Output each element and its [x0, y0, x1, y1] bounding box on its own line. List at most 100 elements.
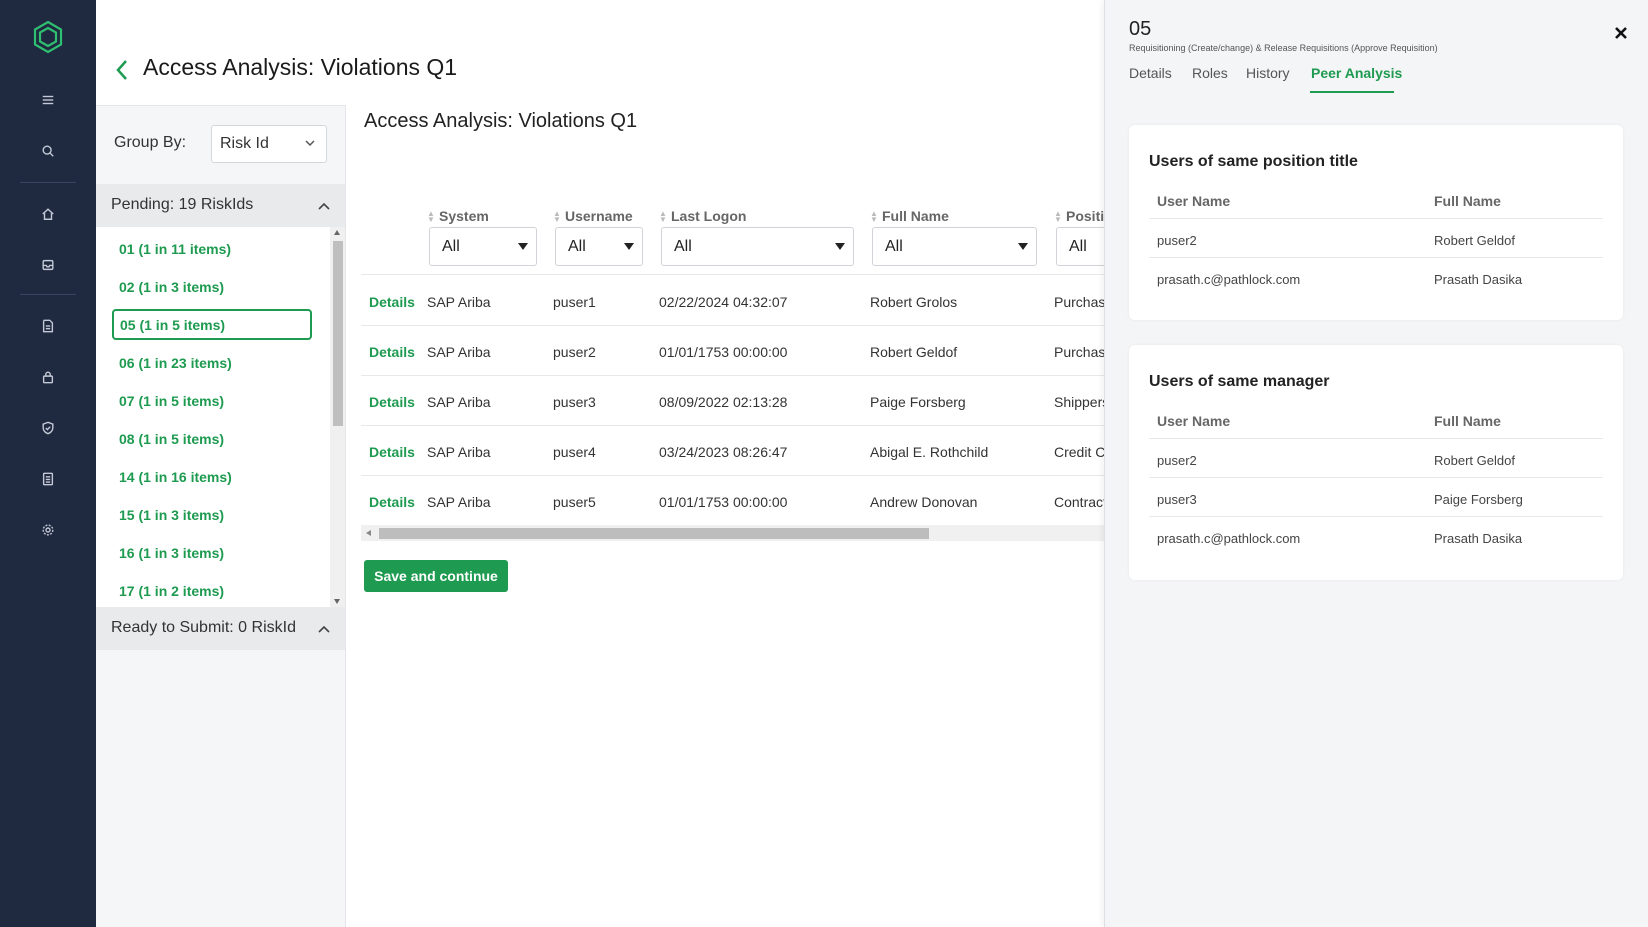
- filter-position[interactable]: All: [1056, 227, 1105, 266]
- details-link[interactable]: Details: [369, 294, 415, 310]
- risk-item-08[interactable]: 08 (1 in 5 items): [119, 431, 224, 447]
- page-title: Access Analysis: Violations Q1: [143, 54, 458, 80]
- cell-system: SAP Ariba: [427, 394, 491, 410]
- column-header-last-logon[interactable]: ▲ ▼ Last Logon: [659, 208, 746, 224]
- column-header-full-name[interactable]: ▲ ▼ Full Name: [870, 208, 949, 224]
- tab-peer-analysis[interactable]: Peer Analysis: [1311, 65, 1402, 81]
- shield-icon[interactable]: [37, 417, 59, 439]
- group-panel: Group By: Risk Id Pending: 19 RiskIds 01…: [96, 105, 346, 927]
- sort-icon: ▲ ▼: [427, 209, 435, 225]
- risk-item-15[interactable]: 15 (1 in 3 items): [119, 507, 224, 523]
- scrollbar-thumb[interactable]: [379, 528, 929, 539]
- column-header-full-name: Full Name: [1434, 193, 1501, 209]
- cell-username: puser2: [553, 344, 596, 360]
- scrollbar-thumb[interactable]: [333, 241, 343, 426]
- nav-rail: [0, 0, 96, 927]
- column-header-position[interactable]: ▲ ▼ Positi: [1054, 208, 1104, 224]
- sort-icon: ▲ ▼: [659, 209, 667, 225]
- card-title: Users of same manager: [1149, 373, 1330, 390]
- cell-last-logon: 01/01/1753 00:00:00: [659, 344, 788, 360]
- close-icon[interactable]: [1614, 26, 1628, 40]
- details-link[interactable]: Details: [369, 394, 415, 410]
- tab-details[interactable]: Details: [1129, 65, 1172, 81]
- inbox-icon[interactable]: [37, 254, 59, 276]
- document-icon[interactable]: [37, 315, 59, 337]
- chevron-down-icon: [304, 136, 316, 150]
- settings-icon[interactable]: [37, 519, 59, 541]
- column-header-user-name: User Name: [1157, 193, 1231, 209]
- cell-username: puser4: [553, 444, 596, 460]
- cell-last-logon: 01/01/1753 00:00:00: [659, 494, 788, 510]
- table-horizontal-scrollbar[interactable]: [361, 525, 1105, 541]
- risk-item-14[interactable]: 14 (1 in 16 items): [119, 469, 232, 485]
- peer-full-name: Prasath Dasika: [1434, 272, 1523, 287]
- column-header-full-name: Full Name: [1434, 413, 1501, 429]
- cell-position: Shippers: [1054, 394, 1105, 410]
- risk-item-02[interactable]: 02 (1 in 3 items): [119, 279, 224, 295]
- filter-last-logon[interactable]: All: [661, 227, 854, 266]
- cell-system: SAP Ariba: [427, 494, 491, 510]
- sort-icon: ▲ ▼: [553, 209, 561, 225]
- peer-full-name: Paige Forsberg: [1434, 492, 1523, 507]
- menu-icon[interactable]: [37, 89, 59, 111]
- risk-list-scrollbar[interactable]: [330, 227, 345, 607]
- scroll-left-arrow-icon[interactable]: [366, 530, 371, 536]
- filter-username[interactable]: All: [555, 227, 643, 266]
- cell-full-name: Robert Grolos: [870, 294, 958, 310]
- report-icon[interactable]: [37, 468, 59, 490]
- cell-system: SAP Ariba: [427, 344, 491, 360]
- scroll-up-arrow-icon[interactable]: [334, 230, 340, 235]
- risk-item-05-selected[interactable]: 05 (1 in 5 items): [112, 309, 312, 340]
- peer-full-name: Robert Geldof: [1434, 453, 1515, 468]
- drawer-subtitle: Requisitioning (Create/change) & Release…: [1129, 43, 1438, 53]
- cell-position: Purchasi: [1054, 344, 1105, 360]
- risk-item-06[interactable]: 06 (1 in 23 items): [119, 355, 232, 371]
- same-position-card: Users of same position title User Name F…: [1129, 125, 1623, 320]
- caret-down-icon: [1018, 243, 1028, 250]
- risk-item-01[interactable]: 01 (1 in 11 items): [119, 241, 231, 257]
- home-icon[interactable]: [37, 203, 59, 225]
- tab-history[interactable]: History: [1246, 65, 1290, 81]
- chevron-up-icon: [317, 199, 331, 211]
- details-link[interactable]: Details: [369, 494, 415, 510]
- scroll-down-arrow-icon[interactable]: [334, 599, 340, 604]
- peer-user-name: puser3: [1157, 492, 1197, 507]
- risk-item-16[interactable]: 16 (1 in 3 items): [119, 545, 224, 561]
- tab-roles[interactable]: Roles: [1192, 65, 1228, 81]
- cell-position: Credit C: [1054, 444, 1105, 460]
- peer-user-name: prasath.c@pathlock.com: [1157, 272, 1301, 287]
- group-by-select[interactable]: Risk Id: [211, 125, 327, 163]
- column-header-username[interactable]: ▲ ▼ Username: [553, 208, 633, 224]
- cell-last-logon: 02/22/2024 04:32:07: [659, 294, 788, 310]
- details-link[interactable]: Details: [369, 444, 415, 460]
- details-link[interactable]: Details: [369, 344, 415, 360]
- risk-item-17[interactable]: 17 (1 in 2 items): [119, 583, 224, 599]
- column-header-user-name: User Name: [1157, 413, 1231, 429]
- peer-full-name: Robert Geldof: [1434, 233, 1515, 248]
- cell-full-name: Paige Forsberg: [870, 394, 966, 410]
- column-header-system[interactable]: ▲ ▼ System: [427, 208, 489, 224]
- ready-label: Ready to Submit: 0 RiskId: [111, 619, 296, 636]
- caret-down-icon: [835, 243, 845, 250]
- lock-icon[interactable]: [37, 366, 59, 388]
- filter-full-name[interactable]: All: [872, 227, 1037, 266]
- pending-section-header[interactable]: Pending: 19 RiskIds: [96, 184, 345, 227]
- group-by-value: Risk Id: [220, 135, 269, 152]
- cell-full-name: Andrew Donovan: [870, 494, 978, 510]
- logo-icon[interactable]: [31, 20, 65, 54]
- card-title: Users of same position title: [1149, 153, 1358, 170]
- search-icon[interactable]: [37, 140, 59, 162]
- group-by-label: Group By:: [114, 134, 187, 151]
- ready-section-header[interactable]: Ready to Submit: 0 RiskId: [96, 607, 345, 650]
- save-and-continue-button[interactable]: Save and continue: [364, 560, 508, 592]
- sort-icon: ▲ ▼: [870, 209, 878, 225]
- cell-last-logon: 03/24/2023 08:26:47: [659, 444, 788, 460]
- cell-last-logon: 08/09/2022 02:13:28: [659, 394, 788, 410]
- filter-system[interactable]: All: [429, 227, 537, 266]
- risk-item-07[interactable]: 07 (1 in 5 items): [119, 393, 224, 409]
- peer-user-name: prasath.c@pathlock.com: [1157, 531, 1301, 546]
- drawer-risk-id: 05: [1129, 18, 1152, 40]
- cell-system: SAP Ariba: [427, 294, 491, 310]
- back-arrow-icon[interactable]: [113, 57, 131, 83]
- caret-down-icon: [624, 243, 634, 250]
